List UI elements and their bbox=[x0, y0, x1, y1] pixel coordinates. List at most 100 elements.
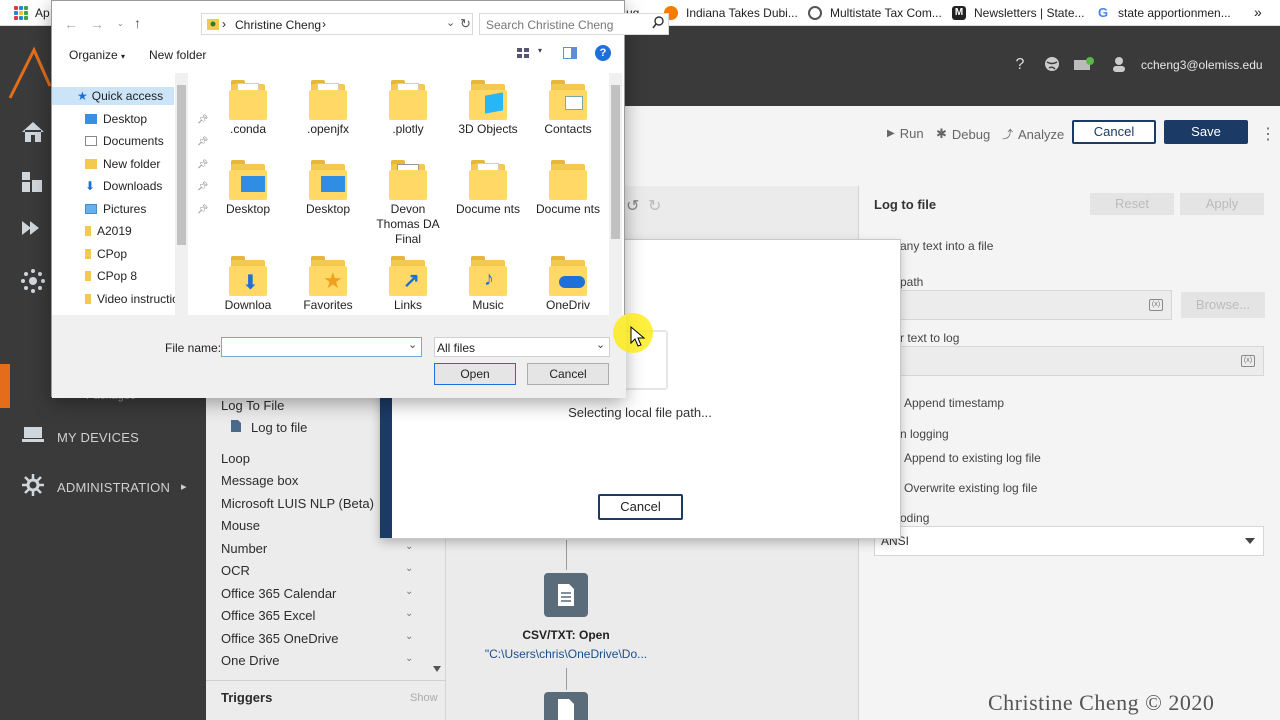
bookmark-multistate[interactable]: Multistate Tax Com... bbox=[808, 5, 942, 21]
chevron-down-icon[interactable]: ⌄ bbox=[405, 586, 413, 597]
chevron-down-icon[interactable]: ⌄ bbox=[408, 338, 417, 351]
home-icon[interactable] bbox=[20, 120, 46, 146]
chevron-down-icon[interactable]: ⌄ bbox=[405, 631, 413, 642]
file-item[interactable]: ⬇ Downloa bbox=[210, 256, 286, 332]
file-item[interactable]: .plotly bbox=[370, 80, 446, 156]
chevron-down-icon[interactable]: ⌄ bbox=[405, 541, 413, 552]
file-item[interactable]: 3D Objects bbox=[450, 80, 526, 156]
text-to-log-input[interactable]: (x) bbox=[898, 346, 1264, 376]
flow-node-title[interactable]: CSV/TXT: Open bbox=[446, 628, 686, 642]
reset-button[interactable]: Reset bbox=[1090, 193, 1174, 215]
search-input[interactable]: Search Christine Cheng bbox=[479, 13, 669, 35]
user-email[interactable]: ccheng3@olemiss.edu bbox=[1141, 58, 1263, 72]
tree-item-a2019[interactable]: A2019 bbox=[85, 222, 132, 240]
tree-item-video-instructions[interactable]: Video instructio bbox=[85, 290, 179, 308]
tree-item-cpop[interactable]: CPop bbox=[85, 245, 127, 263]
chevron-down-icon[interactable]: ⌄ bbox=[446, 16, 455, 29]
more-options-icon[interactable]: ⋮ bbox=[1260, 124, 1276, 144]
refresh-icon[interactable]: ↻ bbox=[460, 16, 471, 32]
tree-item-downloads[interactable]: ⬇ Downloads 📌︎ bbox=[85, 177, 215, 195]
redo-icon[interactable]: ↻ bbox=[648, 196, 661, 216]
bookmarks-overflow[interactable]: » bbox=[1254, 4, 1262, 20]
file-item[interactable]: Desktop bbox=[290, 160, 366, 236]
action-o365-excel[interactable]: Office 365 Excel bbox=[221, 608, 315, 623]
dialog-cancel-button[interactable]: Cancel bbox=[527, 363, 609, 385]
bookmark-newsletters[interactable]: M Newsletters | State... bbox=[952, 5, 1085, 21]
save-button[interactable]: Save bbox=[1164, 120, 1248, 144]
open-button[interactable]: Open bbox=[434, 363, 516, 385]
pin-icon[interactable]: 📌︎ bbox=[197, 136, 208, 147]
tree-item-new-folder[interactable]: New folder 📌︎ bbox=[85, 155, 215, 173]
variable-icon[interactable]: (x) bbox=[1241, 355, 1255, 367]
analyze-button[interactable]: ⤴ Analyze bbox=[1002, 126, 1064, 142]
browse-button[interactable]: Browse... bbox=[1181, 292, 1265, 318]
tree-item-cpop-8[interactable]: CPop 8 bbox=[85, 267, 137, 285]
back-arrow-icon[interactable]: ← bbox=[64, 16, 78, 32]
chevron-down-icon[interactable]: ⌄ bbox=[405, 608, 413, 619]
breadcrumb-separator[interactable]: › bbox=[322, 17, 326, 31]
globe-icon[interactable] bbox=[1043, 56, 1061, 74]
variable-icon[interactable]: (x) bbox=[1149, 299, 1163, 311]
append-existing-radio[interactable]: Append to existing log file bbox=[904, 451, 1041, 465]
new-folder-button[interactable]: New folder bbox=[149, 48, 206, 62]
undo-icon[interactable]: ↺ bbox=[626, 196, 639, 216]
overwrite-existing-radio[interactable]: Overwrite existing log file bbox=[904, 481, 1037, 495]
nav-scrollbar[interactable] bbox=[175, 73, 188, 315]
bots-icon[interactable] bbox=[20, 168, 46, 194]
file-item[interactable]: ♪ Music bbox=[450, 256, 526, 332]
encoding-select[interactable]: ANSI bbox=[874, 526, 1264, 556]
modal-cancel-button[interactable]: Cancel bbox=[598, 494, 683, 520]
bookmark-apportionment[interactable]: G state apportionmen... bbox=[1096, 5, 1231, 21]
debug-button[interactable]: ✱ Debug bbox=[936, 126, 990, 142]
file-item[interactable]: Devon Thomas DA Final bbox=[370, 160, 446, 246]
file-item[interactable]: .openjfx bbox=[290, 80, 366, 156]
preview-pane-icon[interactable] bbox=[563, 47, 577, 59]
address-bar[interactable]: › Christine Cheng › ⌄ ↻ bbox=[201, 13, 473, 35]
pin-icon[interactable]: 📌︎ bbox=[197, 159, 208, 170]
help-icon[interactable]: ? bbox=[595, 45, 611, 61]
file-path-input[interactable]: (x) bbox=[898, 290, 1172, 320]
tree-item-pictures[interactable]: Pictures 📌︎ bbox=[85, 200, 215, 218]
expand-chevron-icon[interactable]: ▸ bbox=[181, 480, 187, 493]
pin-icon[interactable]: 📌︎ bbox=[197, 204, 208, 215]
activity-icon[interactable] bbox=[20, 218, 46, 244]
run-button[interactable]: ▶ Run bbox=[887, 126, 924, 141]
triggers-show-link[interactable]: Show bbox=[410, 692, 438, 704]
view-options-icon[interactable] bbox=[517, 47, 531, 59]
apps-grid-icon[interactable] bbox=[14, 6, 28, 20]
action-mouse[interactable]: Mouse bbox=[221, 518, 260, 533]
nav-my-devices[interactable]: MY DEVICES bbox=[57, 430, 139, 445]
file-item[interactable]: ★ Favorites bbox=[290, 256, 366, 332]
bot-icon[interactable] bbox=[1072, 56, 1096, 74]
scrollbar-thumb[interactable] bbox=[611, 85, 620, 239]
organize-menu[interactable]: Organize ▾ bbox=[69, 48, 125, 62]
chevron-down-icon[interactable]: ⌄ bbox=[405, 653, 413, 664]
pin-icon[interactable]: 📌︎ bbox=[197, 181, 208, 192]
file-scrollbar[interactable] bbox=[609, 73, 622, 315]
action-ocr[interactable]: OCR bbox=[221, 563, 250, 578]
file-name-input[interactable]: ⌄ bbox=[221, 337, 422, 357]
action-o365-onedrive[interactable]: Office 365 OneDrive bbox=[221, 631, 339, 646]
file-item[interactable]: OneDriv bbox=[530, 256, 606, 332]
action-message-box[interactable]: Message box bbox=[221, 473, 298, 488]
file-item[interactable]: Desktop bbox=[210, 160, 286, 236]
recent-chevron-icon[interactable]: ⌄ bbox=[117, 19, 124, 28]
scrollbar-thumb[interactable] bbox=[177, 85, 186, 245]
breadcrumb[interactable]: Christine Cheng bbox=[235, 18, 321, 32]
user-icon[interactable] bbox=[1110, 56, 1128, 74]
file-item[interactable]: ↗ Links bbox=[370, 256, 446, 332]
file-item[interactable]: Docume nts bbox=[530, 160, 606, 236]
tree-item-quick-access[interactable]: ★ Quick access bbox=[52, 87, 174, 105]
action-o365-calendar[interactable]: Office 365 Calendar bbox=[221, 586, 336, 601]
help-icon[interactable]: ? bbox=[1011, 56, 1029, 74]
action-log-to-file[interactable]: Log to file bbox=[251, 420, 307, 435]
chevron-down-icon[interactable]: ⌄ bbox=[405, 563, 413, 574]
file-item[interactable]: .conda bbox=[210, 80, 286, 156]
file-type-select[interactable]: All files ⌄ bbox=[434, 337, 610, 357]
next-node-icon[interactable] bbox=[544, 692, 588, 720]
cancel-button[interactable]: Cancel bbox=[1072, 120, 1156, 144]
up-arrow-icon[interactable]: ↑ bbox=[134, 15, 141, 31]
scroll-down-arrow-icon[interactable] bbox=[433, 666, 441, 672]
pin-icon[interactable]: 📌︎ bbox=[197, 114, 208, 125]
bookmark-apps[interactable]: Ap bbox=[35, 5, 50, 21]
